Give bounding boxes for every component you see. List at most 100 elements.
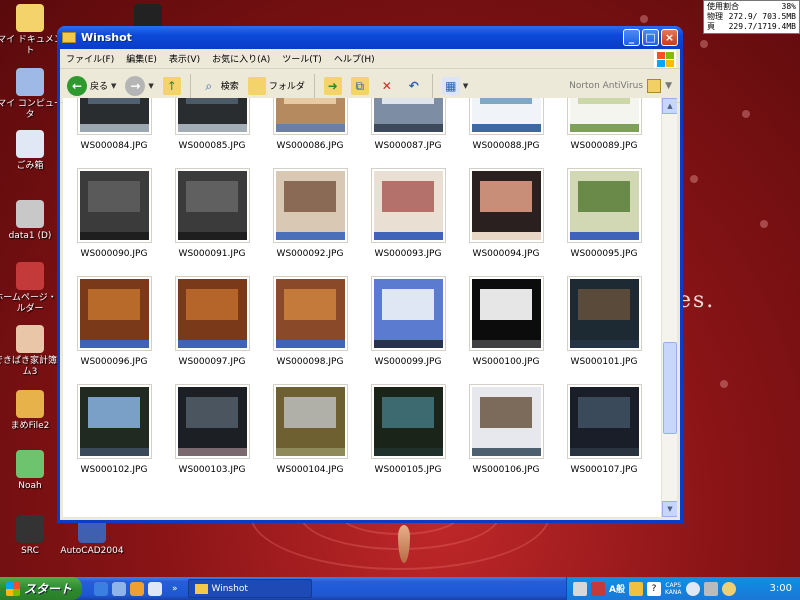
undo-button[interactable]: ↶	[402, 75, 426, 97]
tray-app-icon[interactable]	[721, 581, 736, 596]
file-thumbnail[interactable]: WS000106.JPG	[458, 384, 554, 475]
file-thumbnail[interactable]: WS000090.JPG	[66, 168, 162, 259]
copy-to-icon: ⧉	[350, 76, 369, 95]
search-label: 検索	[220, 82, 239, 92]
norton-antivirus-button[interactable]: Norton AntiVirus ▼	[569, 78, 676, 93]
dropdown-arrow-icon[interactable]: ▼	[111, 82, 116, 90]
file-thumbnail[interactable]: WS000091.JPG	[164, 168, 260, 259]
ime-pad-icon[interactable]	[628, 581, 643, 596]
file-name: WS000104.JPG	[276, 465, 344, 475]
file-thumbnail[interactable]: WS000085.JPG	[164, 98, 260, 151]
file-name: WS000090.JPG	[80, 249, 148, 259]
homepage-builder-icon	[16, 262, 44, 290]
my-documents-icon	[16, 4, 44, 32]
dropdown-arrow-icon[interactable]: ▼	[148, 82, 153, 90]
tray-expand-icon[interactable]	[685, 581, 700, 596]
norton-icon	[647, 78, 662, 93]
window-titlebar[interactable]: Winshot _ □ ×	[57, 26, 683, 49]
file-thumbnail[interactable]: WS000089.JPG	[556, 98, 652, 151]
help-icon[interactable]: ?	[646, 581, 661, 596]
file-name: WS000100.JPG	[472, 357, 540, 367]
views-button[interactable]: ▦ ▼	[439, 75, 471, 97]
file-name: WS000088.JPG	[472, 141, 540, 151]
search-button[interactable]: ⌕ 検索	[197, 75, 242, 97]
minimize-button[interactable]: _	[623, 29, 640, 46]
maximize-button[interactable]: □	[642, 29, 659, 46]
menu-help[interactable]: ヘルプ(H)	[328, 52, 381, 65]
file-thumbnail[interactable]: WS000100.JPG	[458, 276, 554, 367]
file-name: WS000102.JPG	[80, 465, 148, 475]
file-thumbnail[interactable]: WS000087.JPG	[360, 98, 456, 151]
file-thumbnail[interactable]: WS000103.JPG	[164, 384, 260, 475]
show-desktop-icon[interactable]	[112, 581, 126, 596]
ime-input-mode-icon[interactable]: A般	[609, 582, 625, 595]
file-thumbnail[interactable]: WS000101.JPG	[556, 276, 652, 367]
scroll-down-arrow-icon[interactable]: ▼	[662, 501, 677, 517]
vertical-scrollbar[interactable]: ▲ ▼	[661, 98, 677, 517]
file-name: WS000093.JPG	[374, 249, 442, 259]
file-thumbnail[interactable]: WS000097.JPG	[164, 276, 260, 367]
back-arrow-icon: ←	[67, 75, 87, 96]
delete-button[interactable]: ✕	[375, 75, 399, 97]
memory-monitor: 使用割合 38% 物理 272.9/ 703.5MB 頁 229.7/1719.4MB	[703, 0, 800, 34]
thumbnail-image	[566, 98, 642, 135]
file-thumbnail[interactable]: WS000096.JPG	[66, 276, 162, 367]
ime-mode-icon[interactable]	[591, 581, 605, 596]
internet-explorer-icon[interactable]	[94, 581, 108, 596]
file-thumbnail[interactable]: WS000105.JPG	[360, 384, 456, 475]
thumbnail-image	[272, 98, 348, 135]
move-to-button[interactable]: ➜	[321, 75, 345, 97]
folder-icon	[194, 583, 208, 594]
file-thumbnail[interactable]: WS000093.JPG	[360, 168, 456, 259]
file-thumbnail[interactable]: WS000107.JPG	[556, 384, 652, 475]
taskbar-item-winshot[interactable]: Winshot	[187, 579, 312, 598]
thumbnail-image	[76, 168, 152, 243]
volume-icon[interactable]	[703, 581, 718, 596]
memory-row: 使用割合 38%	[707, 2, 796, 12]
my-computer-icon	[16, 68, 44, 96]
budget-app-icon	[16, 325, 44, 353]
memory-value: 272.9/ 703.5MB	[728, 12, 796, 21]
quick-launch-more-icon[interactable]: »	[172, 584, 178, 594]
menu-view[interactable]: 表示(V)	[163, 52, 206, 65]
thumbnail-image	[370, 98, 446, 135]
file-thumbnail[interactable]: WS000088.JPG	[458, 98, 554, 151]
scrollbar-thumb[interactable]	[663, 342, 677, 434]
file-thumbnail[interactable]: WS000094.JPG	[458, 168, 554, 259]
ime-keyboard-icon[interactable]	[573, 581, 587, 596]
copy-to-button[interactable]: ⧉	[348, 75, 372, 97]
thumbnail-image	[566, 276, 642, 351]
thumbnail-image	[468, 98, 544, 135]
menu-edit[interactable]: 編集(E)	[120, 52, 163, 65]
mamefile-icon	[16, 390, 44, 418]
outlook-express-icon[interactable]	[148, 581, 162, 596]
close-button[interactable]: ×	[661, 29, 678, 46]
up-folder-button[interactable]: ↑	[160, 75, 184, 97]
file-thumbnail[interactable]: WS000102.JPG	[66, 384, 162, 475]
thumbnail-image	[370, 168, 446, 243]
file-name: WS000095.JPG	[570, 249, 638, 259]
forward-button[interactable]: → ▼	[122, 74, 156, 98]
menu-file[interactable]: ファイル(F)	[60, 52, 120, 65]
file-thumbnail[interactable]: WS000086.JPG	[262, 98, 358, 151]
file-thumbnail[interactable]: WS000092.JPG	[262, 168, 358, 259]
file-thumbnail[interactable]: WS000095.JPG	[556, 168, 652, 259]
back-button[interactable]: ← 戻る ▼	[64, 74, 119, 98]
file-thumbnail[interactable]: WS000098.JPG	[262, 276, 358, 367]
taskbar-item-label: Winshot	[211, 583, 248, 594]
media-player-icon[interactable]	[130, 581, 144, 596]
file-name: WS000091.JPG	[178, 249, 246, 259]
start-button[interactable]: スタート	[0, 577, 82, 600]
thumbnail-image	[76, 276, 152, 351]
file-thumbnail[interactable]: WS000084.JPG	[66, 98, 162, 151]
menu-tools[interactable]: ツール(T)	[276, 52, 328, 65]
background-dot	[700, 40, 708, 48]
folders-button[interactable]: フォルダ	[245, 75, 308, 97]
thumbnail-image	[174, 98, 250, 135]
file-thumbnail[interactable]: WS000104.JPG	[262, 384, 358, 475]
caps-indicator: CAPS	[665, 581, 682, 589]
file-name: WS000089.JPG	[570, 141, 638, 151]
scroll-up-arrow-icon[interactable]: ▲	[662, 98, 677, 114]
file-thumbnail[interactable]: WS000099.JPG	[360, 276, 456, 367]
menu-favorites[interactable]: お気に入り(A)	[206, 52, 276, 65]
